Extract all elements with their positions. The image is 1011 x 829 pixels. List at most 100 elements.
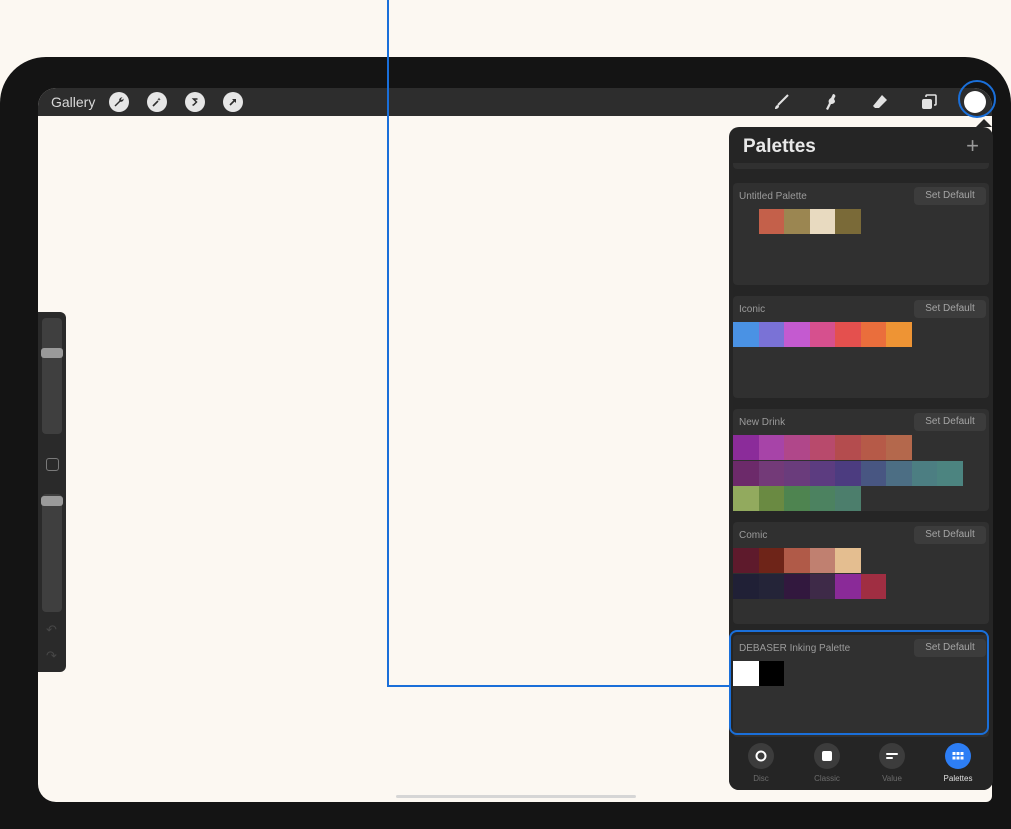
color-swatch[interactable] — [758, 435, 784, 460]
brush-size-slider[interactable] — [41, 318, 63, 434]
color-swatch[interactable] — [758, 548, 784, 573]
tab-palettes[interactable]: Palettes — [928, 743, 988, 783]
swatch-row — [733, 548, 861, 573]
color-swatch[interactable] — [784, 435, 810, 460]
color-swatch[interactable] — [860, 435, 886, 460]
palette-card[interactable]: Comic Set Default — [733, 522, 989, 624]
wrench-icon[interactable] — [109, 92, 129, 112]
panel-title: Palettes — [743, 136, 816, 157]
color-swatch[interactable] — [758, 573, 784, 599]
color-swatch[interactable] — [911, 460, 937, 486]
color-swatch[interactable] — [835, 573, 861, 599]
palette-card[interactable]: Untitled Palette Set Default — [733, 183, 989, 285]
color-button-highlight-ring — [958, 80, 996, 118]
selection-icon[interactable] — [185, 92, 205, 112]
color-swatch[interactable] — [784, 573, 810, 599]
brush-size-slider-handle[interactable] — [41, 348, 63, 358]
color-swatch[interactable] — [733, 435, 759, 460]
brush-icon[interactable] — [771, 92, 793, 112]
smudge-icon[interactable] — [820, 92, 842, 112]
palettes-grid-icon — [945, 743, 971, 769]
magic-wand-icon[interactable] — [147, 92, 167, 112]
value-sliders-icon — [879, 743, 905, 769]
tab-label: Value — [882, 774, 902, 783]
debaser-palette-highlight — [729, 630, 989, 735]
color-swatch[interactable] — [835, 435, 861, 460]
swatch-row — [733, 460, 963, 486]
color-swatch[interactable] — [784, 486, 810, 511]
palette-name: Iconic — [739, 304, 766, 315]
palette-card[interactable]: New Drink Set Default — [733, 409, 989, 511]
color-swatch[interactable] — [733, 460, 759, 486]
redo-icon[interactable]: ↷ — [46, 648, 57, 664]
top-toolbar: Gallery — [38, 88, 992, 116]
color-swatch[interactable] — [860, 460, 886, 486]
palette-name: Untitled Palette — [739, 191, 807, 202]
gallery-button[interactable]: Gallery — [51, 94, 95, 110]
opacity-slider[interactable] — [41, 494, 63, 612]
eraser-icon[interactable] — [869, 92, 891, 112]
set-default-button[interactable]: Set Default — [914, 187, 986, 205]
set-default-button[interactable]: Set Default — [914, 300, 986, 318]
color-swatch[interactable] — [835, 209, 861, 234]
tab-label: Palettes — [943, 774, 973, 783]
set-default-button[interactable]: Set Default — [914, 413, 986, 431]
swatch-row — [733, 486, 861, 511]
color-swatch[interactable] — [733, 322, 759, 347]
opacity-slider-handle[interactable] — [41, 496, 63, 506]
add-palette-button[interactable]: + — [966, 133, 979, 159]
swatch-row — [733, 435, 912, 460]
disc-icon — [748, 743, 774, 769]
color-swatch[interactable] — [733, 209, 759, 234]
color-swatch[interactable] — [937, 460, 963, 486]
color-swatch[interactable] — [758, 209, 784, 234]
set-default-button[interactable]: Set Default — [914, 526, 986, 544]
color-swatch[interactable] — [809, 435, 835, 460]
color-swatch[interactable] — [835, 460, 861, 486]
color-swatch[interactable] — [860, 322, 886, 347]
color-swatch[interactable] — [784, 460, 810, 486]
color-swatch[interactable] — [809, 460, 835, 486]
color-swatch[interactable] — [835, 322, 861, 347]
palette-card[interactable]: Iconic Set Default — [733, 296, 989, 398]
swatch-row — [733, 209, 861, 234]
swatch-row — [733, 573, 886, 599]
color-swatch[interactable] — [809, 322, 835, 347]
palette-name: Comic — [739, 530, 768, 541]
color-swatch[interactable] — [784, 209, 810, 234]
color-swatch[interactable] — [860, 573, 886, 599]
color-swatch[interactable] — [758, 460, 784, 486]
color-swatch[interactable] — [835, 548, 861, 573]
left-sidebar: ↶ ↷ — [38, 312, 66, 672]
color-swatch[interactable] — [835, 486, 861, 511]
tab-value[interactable]: Value — [862, 743, 922, 783]
color-swatch[interactable] — [758, 486, 784, 511]
color-mode-tabbar: Disc Classic Value Palettes — [729, 737, 993, 790]
color-swatch[interactable] — [784, 322, 810, 347]
color-swatch[interactable] — [886, 322, 912, 347]
color-swatch[interactable] — [758, 322, 784, 347]
swatch-row — [733, 322, 912, 347]
layers-icon[interactable] — [918, 92, 940, 112]
color-swatch[interactable] — [809, 209, 835, 234]
tab-label: Disc — [753, 774, 769, 783]
color-swatch[interactable] — [733, 548, 759, 573]
classic-square-icon — [814, 743, 840, 769]
color-swatch[interactable] — [733, 573, 759, 599]
callout-line-horizontal — [387, 685, 732, 687]
transform-arrow-icon[interactable] — [223, 92, 243, 112]
tab-classic[interactable]: Classic — [797, 743, 857, 783]
tab-label: Classic — [814, 774, 840, 783]
color-swatch[interactable] — [809, 548, 835, 573]
tab-disc[interactable]: Disc — [731, 743, 791, 783]
color-swatch[interactable] — [784, 548, 810, 573]
color-swatch[interactable] — [733, 486, 759, 511]
color-swatch[interactable] — [886, 460, 912, 486]
color-swatch[interactable] — [886, 435, 912, 460]
panel-pointer-arrow — [976, 119, 992, 127]
color-swatch[interactable] — [809, 486, 835, 511]
modify-button[interactable] — [46, 458, 59, 471]
undo-icon[interactable]: ↶ — [46, 622, 57, 638]
color-swatch[interactable] — [809, 573, 835, 599]
callout-line-vertical — [387, 0, 389, 687]
